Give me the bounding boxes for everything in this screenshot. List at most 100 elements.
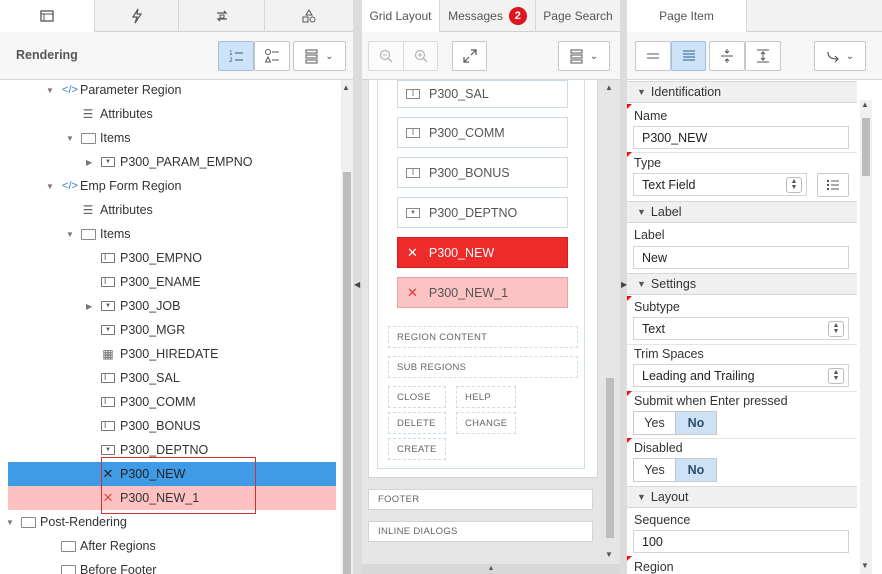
scroll-down-icon[interactable]: ▼ — [861, 561, 869, 570]
tree-node[interactable]: ▼ Items — [8, 222, 336, 246]
tree-node[interactable]: ▼ </> Parameter Region — [8, 78, 336, 102]
tree-node[interactable]: I P300_ENAME — [8, 270, 336, 294]
tree-menu-button[interactable]: ⌄ — [293, 41, 346, 71]
expanded-caret-icon[interactable]: ▼ — [46, 182, 56, 191]
zoom-in-button[interactable] — [403, 41, 438, 71]
tree-node[interactable]: I P300_COMM — [8, 390, 336, 414]
change-button-slot[interactable]: CHANGE — [456, 412, 516, 434]
tree-node[interactable]: ▼ Post-Rendering — [6, 510, 336, 534]
expand-all-button[interactable] — [745, 41, 781, 71]
tree-node[interactable]: I P300_EMPNO — [8, 246, 336, 270]
tree-node[interactable]: ▶ ▼ P300_JOB — [8, 294, 336, 318]
left-splitter[interactable]: ◀ — [353, 0, 362, 574]
tree-node[interactable]: ▦ P300_HIREDATE — [8, 342, 336, 366]
tab-dynamic-actions[interactable] — [95, 0, 179, 32]
text-field-icon: I — [100, 251, 116, 265]
scroll-up-icon[interactable]: ▲ — [861, 100, 869, 109]
tab-messages[interactable]: Messages 2 — [440, 0, 536, 32]
messages-count-badge: 2 — [508, 7, 527, 25]
view-by-processing-order-button[interactable] — [254, 41, 290, 71]
tab-page-search[interactable]: Page Search — [536, 0, 620, 32]
tree-node[interactable]: ☰ Attributes — [8, 198, 336, 222]
close-button-slot[interactable]: CLOSE — [388, 386, 446, 408]
identification-group[interactable]: ▼ Identification — [627, 81, 857, 103]
tree-node[interactable]: ▼ Items — [8, 126, 336, 150]
layout-item[interactable]: I P300_BONUS — [397, 157, 568, 188]
tree-node[interactable]: ▼ P300_DEPTNO — [8, 438, 336, 462]
tree-node[interactable]: After Regions — [8, 534, 336, 558]
footer-position[interactable]: FOOTER — [368, 489, 593, 510]
sequence-field[interactable]: 100 — [633, 530, 849, 553]
tree-node[interactable]: ✕ P300_NEW — [8, 462, 336, 486]
submit-no-option[interactable]: No — [675, 412, 716, 434]
layout-item[interactable]: ✕ P300_NEW — [397, 237, 568, 268]
scroll-down-icon[interactable]: ▼ — [605, 550, 613, 559]
expanded-caret-icon[interactable]: ▼ — [46, 86, 56, 95]
tree-node[interactable]: ▶ ▼ P300_PARAM_EMPNO — [8, 150, 336, 174]
tree-node[interactable]: ▼ P300_MGR — [8, 318, 336, 342]
expanded-caret-icon[interactable]: ▼ — [66, 230, 76, 239]
show-all-button[interactable] — [671, 41, 706, 71]
layout-scrollbar[interactable]: ▲ ▼ — [604, 80, 616, 560]
subtype-select[interactable]: Text ▲ ▼ — [633, 317, 849, 340]
name-field[interactable]: P300_NEW — [633, 126, 849, 149]
tab-processing[interactable] — [179, 0, 265, 32]
stack-icon — [570, 49, 583, 64]
collapsed-caret-icon[interactable]: ▶ — [86, 302, 96, 311]
tree-node[interactable]: ☰ Attributes — [8, 102, 336, 126]
tab-grid-layout[interactable]: Grid Layout — [362, 0, 440, 33]
scroll-thumb[interactable] — [343, 172, 351, 574]
layout-menu-button[interactable]: ⌄ — [558, 41, 610, 71]
scroll-thumb[interactable] — [606, 378, 614, 538]
layout-item[interactable]: I P300_COMM — [397, 117, 568, 148]
expanded-caret-icon[interactable]: ▼ — [6, 518, 16, 527]
expanded-caret-icon[interactable]: ▼ — [66, 134, 76, 143]
disabled-yes-option[interactable]: Yes — [634, 459, 675, 481]
label-group[interactable]: ▼ Label — [627, 201, 857, 223]
delete-button-slot[interactable]: DELETE — [388, 412, 446, 434]
tree-node[interactable]: Before Footer — [8, 558, 336, 574]
tree-node[interactable]: I P300_SAL — [8, 366, 336, 390]
scroll-thumb[interactable] — [862, 118, 870, 176]
layout-item[interactable]: ▼ P300_DEPTNO — [397, 197, 568, 228]
help-button-slot[interactable]: HELP — [456, 386, 516, 408]
collapse-left-icon[interactable]: ◀ — [354, 280, 360, 289]
settings-group[interactable]: ▼ Settings — [627, 273, 857, 295]
required-marker — [627, 296, 632, 301]
expand-button[interactable] — [452, 41, 487, 71]
scroll-up-icon[interactable]: ▲ — [605, 83, 613, 92]
zoom-out-button[interactable] — [368, 41, 403, 71]
show-common-button[interactable] — [635, 41, 671, 71]
type-select[interactable]: Text Field ▲ ▼ — [633, 173, 807, 196]
expand-up-icon[interactable]: ▲ — [488, 565, 495, 572]
inline-dialogs-position[interactable]: INLINE DIALOGS — [368, 521, 593, 542]
trim-spaces-select[interactable]: Leading and Trailing ▲ ▼ — [633, 364, 849, 387]
layout-item[interactable]: I P300_SAL — [397, 80, 568, 108]
create-button-slot[interactable]: CREATE — [388, 438, 446, 460]
property-scrollbar[interactable]: ▲ ▼ — [860, 100, 872, 574]
tab-rendering[interactable] — [0, 0, 95, 33]
tree-node[interactable]: ✕ P300_NEW_1 — [8, 486, 336, 510]
trim-spaces-label: Trim Spaces — [634, 347, 704, 361]
tree-scrollbar[interactable]: ▲ — [341, 80, 353, 574]
tab-shared-components[interactable] — [265, 0, 353, 32]
select-list-icon: ▼ — [100, 299, 116, 313]
scroll-up-icon[interactable]: ▲ — [342, 83, 350, 92]
right-splitter[interactable]: ▶ — [620, 0, 627, 574]
label-field[interactable]: New — [633, 246, 849, 269]
tree-node[interactable]: I P300_BONUS — [8, 414, 336, 438]
disabled-no-option[interactable]: No — [675, 459, 716, 481]
sub-regions-position[interactable]: SUB REGIONS — [388, 356, 578, 378]
layout-group[interactable]: ▼ Layout — [627, 486, 857, 508]
collapse-all-button[interactable] — [709, 41, 745, 71]
bottom-splitter[interactable]: ▲ — [362, 564, 620, 574]
collapsed-caret-icon[interactable]: ▶ — [86, 158, 96, 167]
region-content-position[interactable]: REGION CONTENT — [388, 326, 578, 348]
tree-node[interactable]: ▼ </> Emp Form Region — [8, 174, 336, 198]
type-list-button[interactable] — [817, 173, 849, 197]
view-by-component-button[interactable]: 12 — [218, 41, 254, 71]
go-to-group-button[interactable]: ⌄ — [814, 41, 866, 71]
submit-yes-option[interactable]: Yes — [634, 412, 675, 434]
layout-item[interactable]: ✕ P300_NEW_1 — [397, 277, 568, 308]
tab-page-item[interactable]: Page Item — [627, 0, 747, 33]
